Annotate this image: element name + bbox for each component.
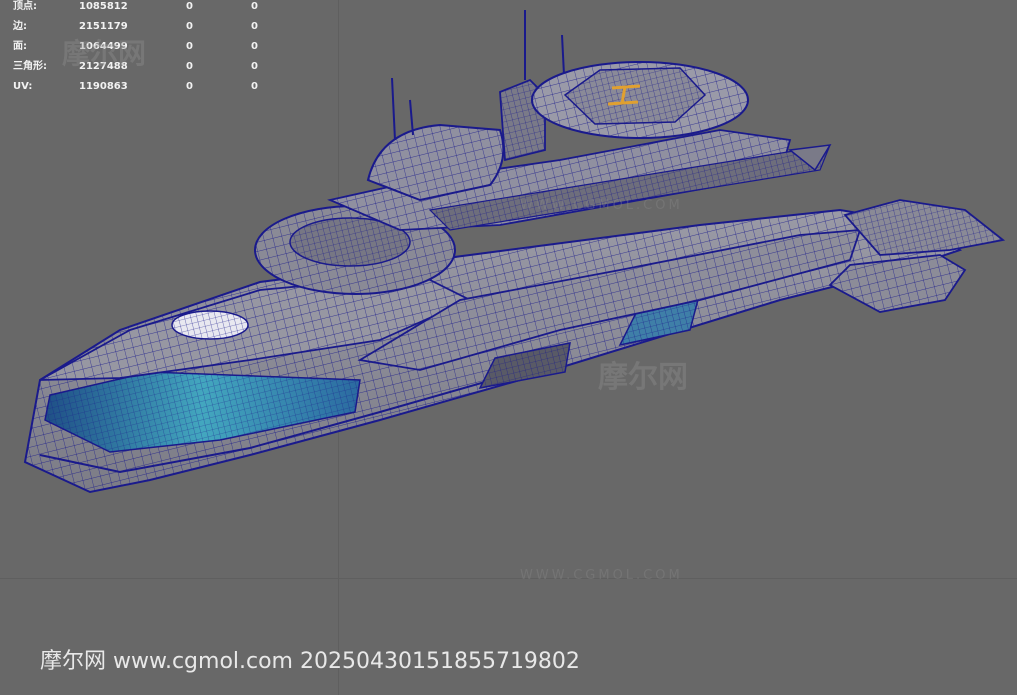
watermark-logo-top: 摩尔网 xyxy=(62,37,147,70)
helipad xyxy=(531,61,749,139)
yacht-wireframe-model[interactable] xyxy=(0,0,1017,695)
watermark-site-lower: WWW.CGMOL.COM xyxy=(520,568,683,583)
watermark-site-upper: WWW.CGMOL.COM xyxy=(520,198,683,213)
3d-viewport[interactable]: 顶点: 1085812 0 0 边: 2151179 0 0 面: 106449… xyxy=(0,0,1017,695)
watermark-logo-mid: 摩尔网 xyxy=(598,360,688,395)
watermark-caption: 摩尔网 www.cgmol.com 20250430151855719802 xyxy=(40,649,580,674)
